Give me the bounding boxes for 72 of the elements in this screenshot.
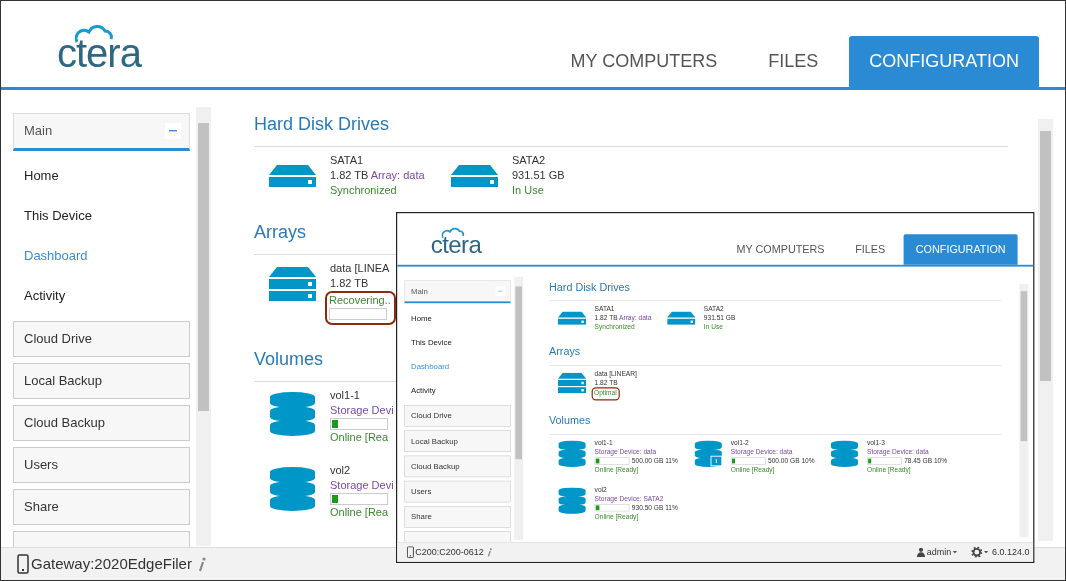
logo-text: ctera: [430, 234, 482, 254]
sidebar-item[interactable]: Share: [13, 489, 190, 525]
hard-drive-icon: [269, 165, 316, 187]
drive-status: In Use: [512, 183, 544, 198]
caret-icon: [953, 551, 958, 554]
collapse-button[interactable]: [495, 286, 506, 296]
scrollbar[interactable]: [1038, 119, 1053, 541]
progress-bar: [330, 418, 388, 430]
progress-bar: [730, 457, 766, 465]
drive-size: 1.82 TB Array: data: [330, 168, 425, 183]
drive-name: SATA2: [512, 153, 546, 168]
info-icon: [196, 556, 207, 572]
user-icon: [916, 547, 925, 557]
array-status: Recovering..: [329, 293, 391, 308]
hard-drive-icon: [558, 311, 587, 325]
device-name: C200:C200-0612: [415, 545, 484, 559]
section-title: Hard Disk Drives: [254, 113, 390, 136]
hard-drive-icon: [667, 311, 696, 325]
drive-size: 931.51 GB: [512, 168, 565, 183]
progress-bar: [594, 503, 630, 512]
cloud-icon: [441, 226, 465, 239]
section-title: Volumes: [254, 348, 324, 371]
section-title: Hard Disk Drives: [549, 280, 630, 295]
array-name: data [LINEA: [330, 261, 390, 276]
nav-tab[interactable]: FILES: [748, 36, 839, 87]
section-title: Arrays: [254, 221, 306, 244]
section-title: Arrays: [549, 344, 581, 359]
nav-tab[interactable]: MY COMPUTERS: [550, 36, 738, 87]
user-menu[interactable]: admin: [916, 545, 958, 559]
minus-icon: [169, 130, 177, 132]
sidebar-header-label: Main: [24, 122, 53, 141]
device-icon: [17, 554, 29, 574]
progress-bar: [330, 493, 388, 505]
sidebar-link[interactable]: This Device: [13, 196, 190, 236]
scrollbar[interactable]: [514, 276, 524, 541]
nav-tab[interactable]: CONFIGURATION: [903, 234, 1018, 265]
version-label: 6.0.124.0: [992, 545, 1030, 559]
sidebar-item[interactable]: Users: [13, 447, 190, 483]
settings-icon: [971, 546, 983, 558]
nav-tab[interactable]: MY COMPUTERS: [724, 234, 837, 265]
volume-status: Online [Rea: [330, 505, 389, 520]
array-size: 1.82 TB: [330, 276, 369, 291]
device-name: Gateway:2020EdgeFiler: [31, 553, 192, 574]
scrollbar[interactable]: [1019, 284, 1029, 538]
sidebar-link[interactable]: Dashboard: [13, 236, 190, 276]
sidebar-item[interactable]: Local Backup: [13, 363, 190, 399]
storage-device: Storage Devi: [330, 403, 394, 418]
disk-array-icon: [558, 372, 587, 394]
section-title: Volumes: [549, 413, 591, 428]
sidebar-header[interactable]: Main: [13, 113, 190, 151]
logo-text: ctera: [57, 37, 141, 69]
collapse-button[interactable]: [165, 123, 181, 139]
drive-name: SATA1: [330, 153, 364, 168]
scrollbar[interactable]: [196, 107, 211, 546]
progress-bar: [594, 457, 630, 465]
info-icon: [486, 547, 493, 557]
user-name: admin: [926, 545, 952, 559]
nav-tab[interactable]: FILES: [843, 234, 898, 265]
progress-bar: [867, 457, 902, 465]
drive-status: Synchronized: [330, 183, 397, 198]
volume-name: vol1-1: [330, 388, 360, 403]
caret-icon: [984, 551, 989, 554]
sidebar-item[interactable]: Cloud Backup: [13, 405, 190, 441]
sidebar-item[interactable]: Cloud Drive: [13, 321, 190, 357]
volume-name: vol2: [330, 463, 351, 478]
volume-status: Online [Rea: [330, 430, 389, 445]
disk-array-icon: [269, 267, 316, 301]
nav-tab[interactable]: CONFIGURATION: [849, 36, 1039, 87]
sidebar-link[interactable]: Home: [13, 156, 190, 196]
hard-drive-icon: [451, 165, 498, 187]
sidebar-link[interactable]: Activity: [13, 276, 190, 316]
storage-device: Storage Devi: [330, 478, 394, 493]
